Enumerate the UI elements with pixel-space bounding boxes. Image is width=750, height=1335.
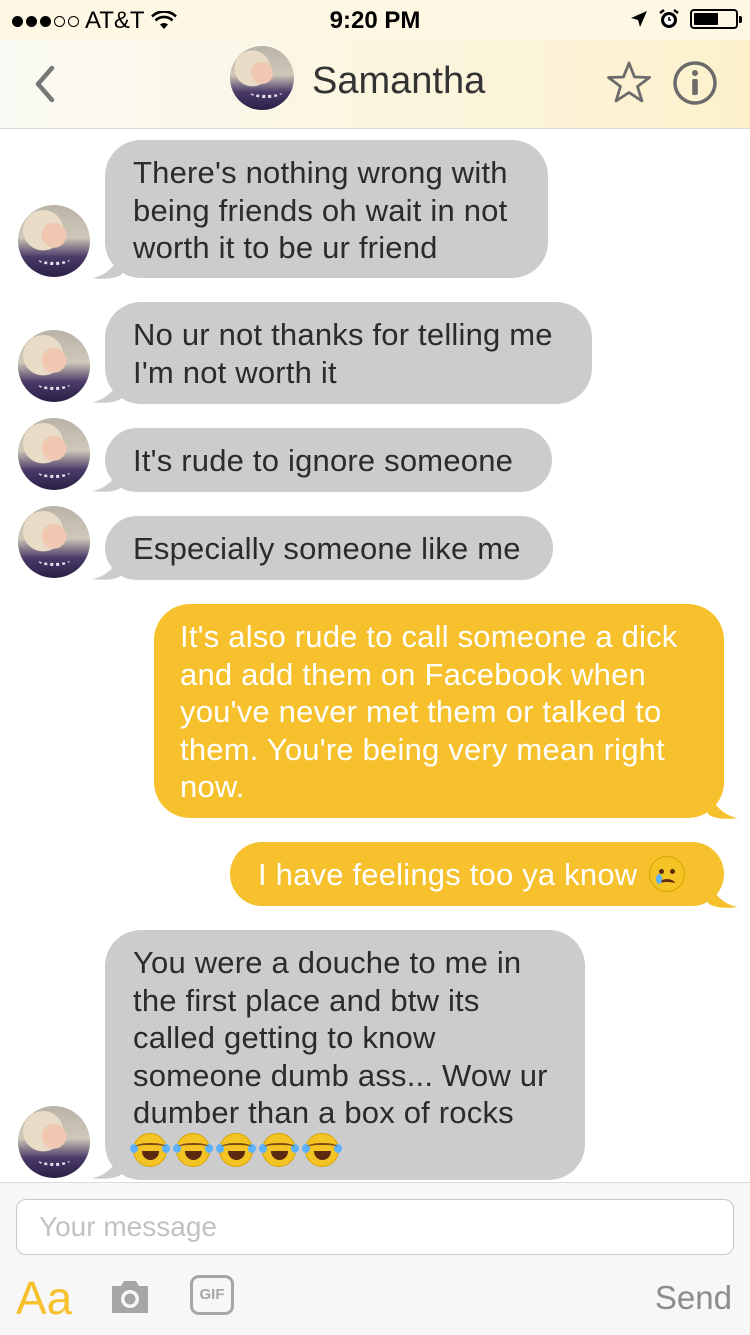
tears-of-joy-emoji	[259, 1132, 299, 1167]
sender-avatar	[18, 330, 90, 402]
contact-name[interactable]: Samantha	[312, 60, 485, 103]
send-button[interactable]: Send	[655, 1279, 732, 1317]
message-text: There's nothing wrong with being friends…	[133, 155, 508, 265]
message-composer: Aa GIF Send	[0, 1182, 750, 1335]
message-text: Especially someone like me	[133, 531, 521, 566]
status-icons	[630, 8, 742, 30]
message-text: I have feelings too ya know	[258, 857, 638, 892]
conversation-header: Samantha	[0, 40, 750, 129]
message-text: It's also rude to call someone a dick an…	[180, 619, 678, 804]
battery-icon	[690, 9, 742, 29]
sender-avatar	[18, 506, 90, 578]
incoming-message[interactable]: It's rude to ignore someone	[105, 428, 552, 492]
alarm-clock-icon	[659, 9, 679, 28]
tears-of-joy-emoji	[173, 1132, 213, 1167]
status-bar: AT&T 9:20 PM	[0, 0, 750, 40]
tears-of-joy-emoji	[302, 1132, 342, 1167]
tears-of-joy-emoji	[130, 1132, 170, 1167]
sender-avatar	[18, 205, 90, 277]
message-text: You were a douche to me in the first pla…	[133, 945, 548, 1130]
sender-avatar	[18, 1106, 90, 1178]
location-arrow-icon	[631, 11, 647, 27]
incoming-message[interactable]: You were a douche to me in the first pla…	[105, 930, 585, 1180]
gif-button[interactable]: GIF	[190, 1275, 234, 1315]
incoming-message[interactable]: There's nothing wrong with being friends…	[105, 140, 548, 278]
outgoing-message[interactable]: It's also rude to call someone a dick an…	[154, 604, 724, 818]
incoming-message[interactable]: Especially someone like me	[105, 516, 553, 580]
camera-icon[interactable]	[108, 1277, 152, 1317]
crying-face-emoji	[649, 856, 686, 892]
back-chevron-icon[interactable]	[28, 60, 68, 108]
tears-of-joy-emoji	[216, 1132, 256, 1167]
message-text: It's rude to ignore someone	[133, 443, 514, 478]
message-input[interactable]	[16, 1199, 734, 1255]
incoming-message[interactable]: No ur not thanks for telling me I'm not …	[105, 302, 592, 404]
contact-avatar[interactable]	[230, 46, 294, 110]
message-text: No ur not thanks for telling me I'm not …	[133, 317, 553, 390]
outgoing-message[interactable]: I have feelings too ya know	[230, 842, 724, 906]
font-style-button[interactable]: Aa	[16, 1271, 72, 1325]
sender-avatar	[18, 418, 90, 490]
tears-of-joy-emoji-row	[130, 1132, 348, 1168]
favorite-star-icon[interactable]	[604, 58, 654, 108]
info-icon[interactable]	[670, 58, 720, 108]
